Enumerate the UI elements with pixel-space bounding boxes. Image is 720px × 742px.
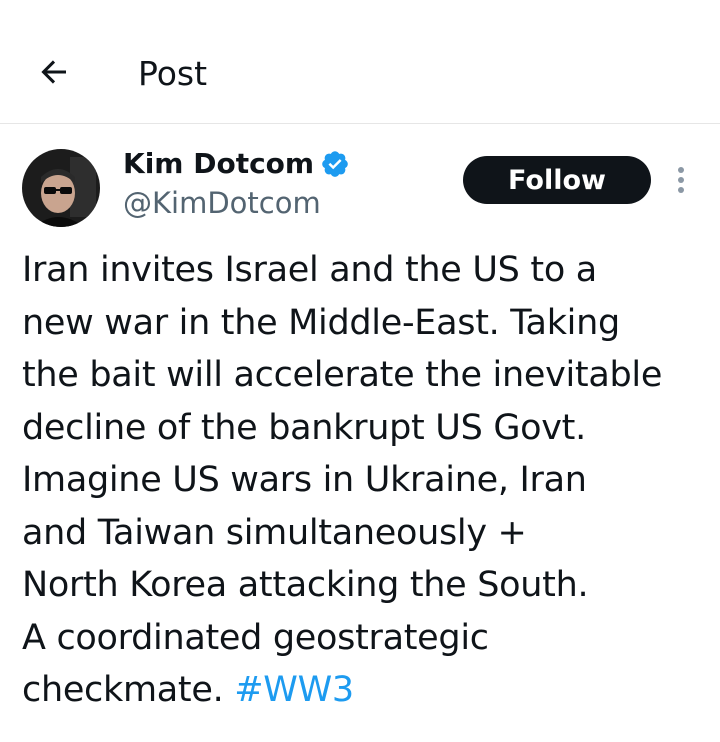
tweet-line: the bait will accelerate the inevitable	[22, 355, 663, 395]
verified-badge-icon[interactable]	[320, 149, 350, 179]
page-title: Post	[138, 54, 208, 93]
tweet-last-line: checkmate. #WW3	[22, 664, 712, 717]
arrow-left-icon	[41, 60, 66, 84]
tweet-line: A coordinated geostrategic	[22, 617, 489, 658]
tweet-line: decline of the bankrupt US Govt.	[22, 407, 586, 448]
tweet-line: North Korea attacking the South.	[22, 565, 589, 605]
hashtag-link[interactable]: #WW3	[234, 670, 354, 710]
display-name[interactable]: Kim Dotcom	[123, 146, 314, 182]
tweet-line: checkmate.	[22, 670, 235, 710]
avatar-image	[22, 149, 100, 227]
user-handle[interactable]: @KimDotcom	[123, 184, 321, 222]
more-vertical-icon	[678, 167, 684, 193]
avatar[interactable]	[22, 149, 100, 227]
more-options-button[interactable]	[666, 162, 696, 198]
tweet-line: and Taiwan simultaneously +	[22, 512, 527, 553]
top-bar: Post	[0, 0, 720, 124]
author-row: Kim Dotcom @KimDotcom Follow	[0, 124, 720, 234]
follow-button[interactable]: Follow	[463, 156, 651, 204]
tweet-text: Iran invites Israel and the US to a new …	[22, 244, 712, 717]
tweet-line: Imagine US wars in Ukraine, Iran	[22, 460, 587, 500]
tweet-line: Iran invites Israel and the US to a	[22, 250, 597, 290]
back-button[interactable]	[30, 48, 78, 96]
tweet-line: new war in the Middle-East. Taking	[22, 302, 620, 343]
name-row: Kim Dotcom	[123, 146, 350, 182]
